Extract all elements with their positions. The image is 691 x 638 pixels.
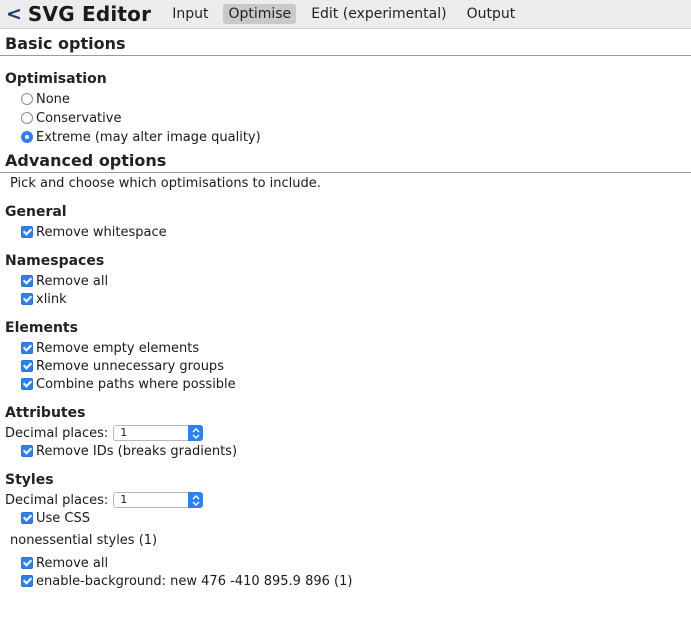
checkbox-label: Combine paths where possible [36, 376, 236, 392]
radio-button[interactable] [21, 112, 33, 124]
radio-option-none[interactable]: None [21, 90, 691, 108]
checkbox-label: xlink [36, 291, 67, 307]
decimal-places-select[interactable]: 1 [113, 425, 204, 441]
checkbox[interactable] [21, 557, 33, 569]
checkbox[interactable] [21, 575, 33, 587]
checkbox[interactable] [21, 226, 33, 238]
elements-heading: Elements [5, 320, 78, 336]
checkbox-remove-unnecessary-groups[interactable]: Remove unnecessary groups [21, 357, 691, 375]
tab-output[interactable]: Output [462, 4, 521, 24]
checkbox-label: Use CSS [36, 510, 90, 526]
radio-label: Extreme (may alter image quality) [36, 129, 261, 145]
decimal-places-label: Decimal places: [5, 492, 109, 508]
checkbox[interactable] [21, 512, 33, 524]
checkbox-remove-whitespace[interactable]: Remove whitespace [21, 223, 691, 241]
checkbox[interactable] [21, 445, 33, 457]
styles-decimal-places-row: Decimal places: 1 [5, 491, 691, 509]
checkbox-label: Remove whitespace [36, 224, 167, 240]
checkbox-remove-empty-elements[interactable]: Remove empty elements [21, 339, 691, 357]
checkbox-label: enable-background: new 476 -410 895.9 89… [36, 573, 353, 589]
radio-option-conservative[interactable]: Conservative [21, 109, 691, 127]
checkbox[interactable] [21, 293, 33, 305]
tab-bar: Input Optimise Edit (experimental) Outpu… [167, 4, 530, 24]
checkbox[interactable] [21, 275, 33, 287]
styles-heading: Styles [5, 472, 54, 488]
checkbox-namespaces-remove-all[interactable]: Remove all [21, 272, 691, 290]
basic-options-heading: Basic options [5, 34, 126, 53]
general-heading: General [5, 204, 67, 220]
radio-button[interactable] [21, 93, 33, 105]
select-value: 1 [120, 426, 128, 439]
tab-input[interactable]: Input [167, 4, 213, 24]
namespaces-heading: Namespaces [5, 253, 105, 269]
checkbox-remove-ids[interactable]: Remove IDs (breaks gradients) [21, 442, 691, 460]
radio-option-extreme[interactable]: Extreme (may alter image quality) [21, 128, 691, 146]
tab-optimise[interactable]: Optimise [223, 4, 297, 24]
main-content: Basic options Optimisation None Conserva… [0, 29, 691, 590]
radio-button-selected[interactable] [21, 131, 33, 143]
attributes-heading: Attributes [5, 405, 86, 421]
checkbox[interactable] [21, 378, 33, 390]
checkbox-combine-paths[interactable]: Combine paths where possible [21, 375, 691, 393]
app-title: SVG Editor [27, 2, 152, 26]
advanced-description: Pick and choose which optimisations to i… [10, 176, 321, 191]
select-arrows-icon[interactable] [188, 492, 204, 508]
decimal-places-select[interactable]: 1 [113, 492, 204, 508]
select-arrows-icon[interactable] [188, 425, 204, 441]
back-button[interactable]: < [6, 4, 22, 24]
tab-edit-experimental[interactable]: Edit (experimental) [306, 4, 451, 24]
checkbox-label: Remove all [36, 273, 109, 289]
optimisation-heading: Optimisation [5, 71, 107, 87]
select-value: 1 [120, 493, 128, 506]
decimal-places-label: Decimal places: [5, 425, 109, 441]
checkbox-label: Remove IDs (breaks gradients) [36, 443, 238, 459]
checkbox-label: Remove all [36, 555, 109, 571]
checkbox[interactable] [21, 342, 33, 354]
top-nav-bar: < SVG Editor Input Optimise Edit (experi… [0, 0, 691, 29]
nonessential-styles-label: nonessential styles (1) [10, 533, 158, 548]
advanced-options-heading: Advanced options [5, 151, 167, 170]
chevron-up-down-icon [192, 494, 200, 506]
radio-label: Conservative [36, 110, 122, 126]
checkbox[interactable] [21, 360, 33, 372]
checkbox-label: Remove empty elements [36, 340, 200, 356]
checkbox-label: Remove unnecessary groups [36, 358, 224, 374]
checkbox-xlink[interactable]: xlink [21, 290, 691, 308]
attributes-decimal-places-row: Decimal places: 1 [5, 424, 691, 442]
chevron-up-down-icon [192, 427, 200, 439]
checkbox-use-css[interactable]: Use CSS [21, 509, 691, 527]
radio-label: None [36, 91, 70, 107]
checkbox-enable-background[interactable]: enable-background: new 476 -410 895.9 89… [21, 572, 691, 590]
checkbox-styles-remove-all[interactable]: Remove all [21, 554, 691, 572]
